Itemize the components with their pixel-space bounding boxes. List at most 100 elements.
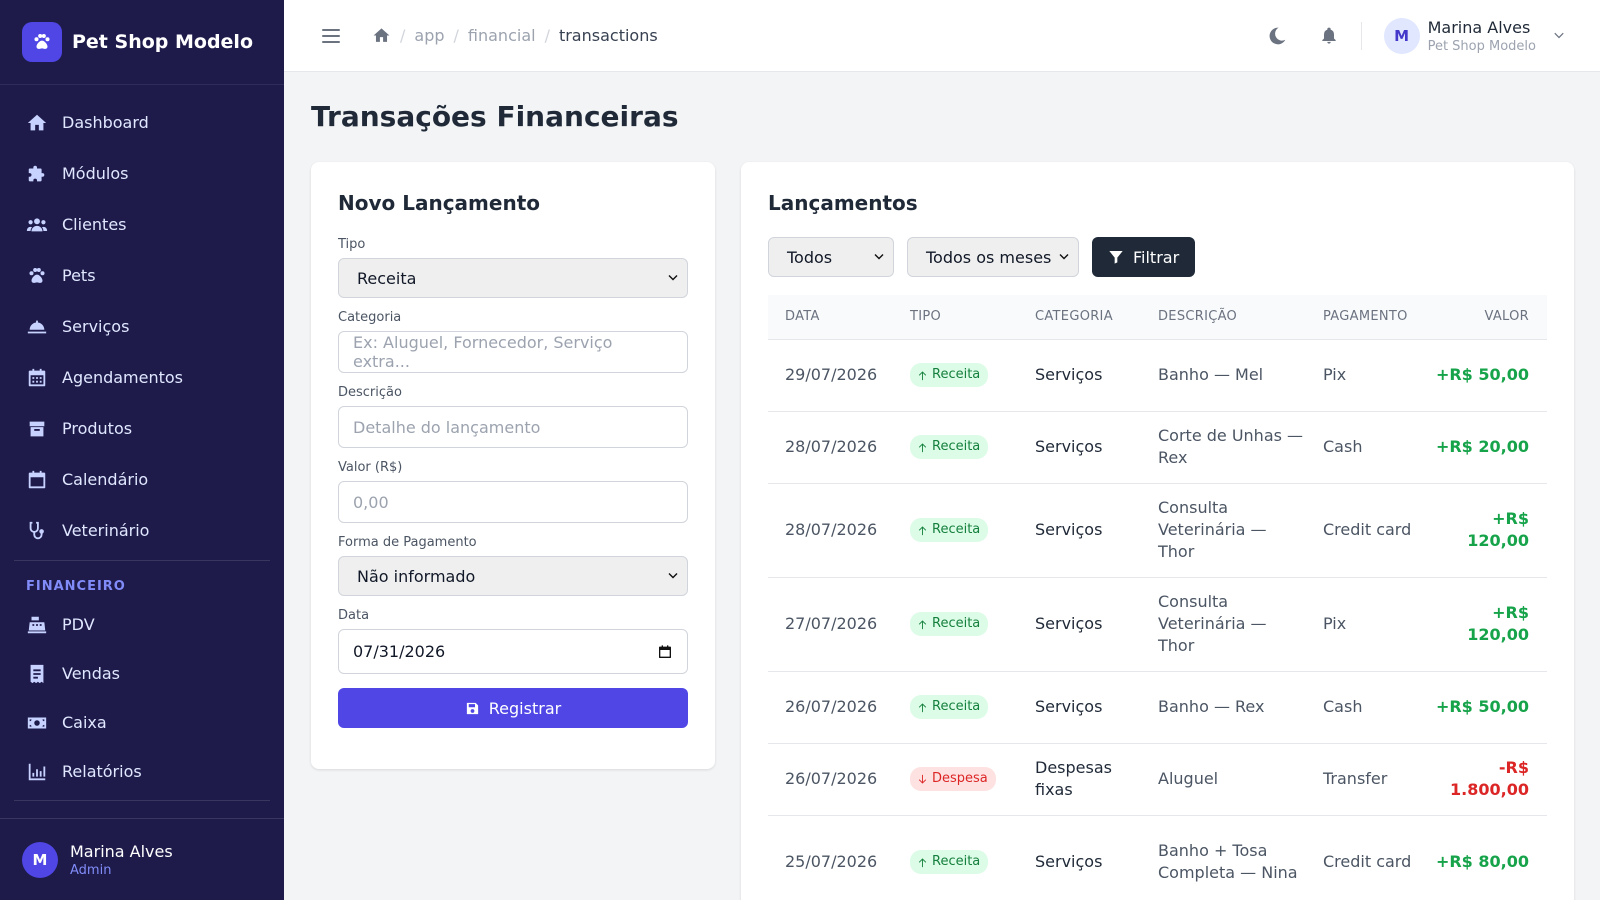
cell-pagamento: Credit card [1306,814,1416,900]
user-name: Marina Alves [70,841,173,861]
new-entry-card: Novo Lançamento Tipo Receita Categoria E… [311,162,715,769]
col-header-pagamento[interactable]: PAGAMENTO [1306,295,1416,339]
card-title: Novo Lançamento [338,191,540,215]
sidebar-item-label: Caixa [62,713,107,732]
descricao-label: Descrição [338,385,402,400]
date-input[interactable]: 07/31/2026 [338,629,688,674]
table-row[interactable]: 28/07/2026 Receita Serviços Corte de Unhas … [768,410,1547,483]
sidebar-item-label: Dashboard [62,113,149,132]
cell-data: 28/07/2026 [768,482,893,577]
cell-categoria: Serviços [1018,670,1141,743]
paw-icon [29,267,45,283]
col-header-data[interactable]: DATA [768,295,893,339]
sidebar-item-caixa[interactable]: Caixa [0,698,284,747]
sidebar-item-calendario[interactable]: Calendário [0,454,284,505]
cell-descricao: Corte de Unhas — Rex [1141,410,1306,483]
sidebar-item-relatorios[interactable]: Relatórios [0,747,284,796]
cell-tipo: Receita [893,410,1018,483]
cell-data: 28/07/2026 [768,410,893,483]
table-row[interactable]: 26/07/2026 Despesa Despesas fixas Aluguel Tr… [768,742,1547,815]
cell-tipo: Despesa [893,742,1018,815]
sidebar-item-produtos[interactable]: Produtos [0,403,284,454]
home-icon[interactable] [372,26,391,45]
chevron-down-icon [874,254,884,260]
calendar-icon [28,470,46,488]
filters: Todos Todos os meses Filtrar [768,237,1547,277]
table-row[interactable]: 27/07/2026 Receita Serviços Consulta Veteri… [768,576,1547,671]
table-header: DATA TIPO CATEGORIA DESCRIÇÃO PAGAMENTO … [768,295,1547,339]
sidebar-item-dashboard[interactable]: Dashboard [0,97,284,148]
register-button[interactable]: Registrar [338,688,688,728]
sidebar-item-pdv[interactable]: PDV [0,600,284,649]
cell-data: 26/07/2026 [768,670,893,743]
sidebar-item-modulos[interactable]: Módulos [0,148,284,199]
cell-tipo: Receita [893,482,1018,577]
valor-label: Valor (R$) [338,460,403,475]
cash-register-icon [27,616,47,633]
user-name: Marina Alves [1427,18,1531,37]
table-row[interactable]: 28/07/2026 Receita Serviços Consulta Veteri… [768,482,1547,577]
calendar-icon[interactable] [657,644,673,660]
categoria-input[interactable]: Ex: Aluguel, Fornecedor, Serviço extra..… [338,331,688,373]
paw-icon [22,22,62,62]
menu-toggle-icon[interactable] [322,28,340,43]
cell-valor: +R$ 50,00 [1416,338,1547,411]
valor-input[interactable]: 0,00 [338,481,688,523]
type-badge: Receita [910,695,989,719]
sidebar-item-label: Módulos [62,164,129,183]
sidebar-item-servicos[interactable]: Serviços [0,301,284,352]
box-icon [29,421,45,436]
avatar[interactable]: M [1383,18,1420,54]
cell-descricao: Banho — Rex [1141,670,1306,743]
cell-data: 26/07/2026 [768,742,893,815]
home-icon [27,114,47,130]
user-role: Admin [70,862,112,878]
pagamento-select[interactable]: Não informado [338,556,688,596]
chevron-down-icon [1059,254,1069,260]
sidebar-item-veterinario[interactable]: Veterinário [0,505,284,556]
type-badge: Receita [910,435,989,459]
cell-tipo: Receita [893,814,1018,900]
user-company: Pet Shop Modelo [1427,39,1536,54]
sidebar-user[interactable]: M Marina Alves Admin [0,818,284,900]
sidebar-item-vendas[interactable]: Vendas [0,649,284,698]
save-icon [466,702,478,714]
arrow-down-icon [918,774,927,784]
chevron-down-icon[interactable] [1552,29,1566,43]
cell-tipo: Receita [893,670,1018,743]
col-header-descricao[interactable]: DESCRIÇÃO [1141,295,1306,339]
tipo-select[interactable]: Receita [338,258,688,298]
cell-descricao: Banho — Mel [1141,338,1306,411]
col-header-categoria[interactable]: CATEGORIA [1018,295,1141,339]
user-menu[interactable]: Marina Alves Pet Shop Modelo [1428,18,1536,54]
breadcrumb-item-transactions: transactions [558,26,658,45]
tipo-label: Tipo [338,237,366,252]
cell-valor: +R$ 120,00 [1416,576,1547,671]
sidebar-item-pets[interactable]: Pets [0,250,284,301]
filter-tipo-select[interactable]: Todos [768,237,894,277]
bell-icon[interactable] [1319,26,1339,46]
breadcrumb-item-financial[interactable]: financial [468,26,536,45]
descricao-input[interactable]: Detalhe do lançamento [338,406,688,448]
cell-descricao: Consulta Veterinária — Thor [1141,482,1306,577]
filter-month-select[interactable]: Todos os meses [907,237,1079,277]
moon-icon[interactable] [1267,26,1287,46]
col-header-tipo[interactable]: TIPO [893,295,1018,339]
entries-card: Lançamentos Todos Todos os meses Filtrar… [741,162,1574,900]
table-row[interactable]: 25/07/2026 Receita Serviços Banho + Tosa Co… [768,814,1547,900]
brand[interactable]: Pet Shop Modelo [0,0,284,85]
avatar: M [22,841,58,878]
cell-categoria: Despesas fixas [1018,742,1141,815]
filter-button[interactable]: Filtrar [1092,237,1196,277]
sidebar-item-agendamentos[interactable]: Agendamentos [0,352,284,403]
breadcrumb: / app / financial / transactions [372,26,658,45]
table-row[interactable]: 26/07/2026 Receita Serviços Banho — Rex Cash… [768,670,1547,743]
col-header-valor[interactable]: VALOR [1416,295,1547,339]
arrow-up-icon [918,702,927,712]
sidebar-item-clientes[interactable]: Clientes [0,199,284,250]
breadcrumb-item-app[interactable]: app [414,26,444,45]
cell-descricao: Aluguel [1141,742,1306,815]
calendar-days-icon [28,368,46,386]
table-row[interactable]: 29/07/2026 Receita Serviços Banho — Mel Pix +… [768,338,1547,411]
chart-line-icon [28,763,46,780]
